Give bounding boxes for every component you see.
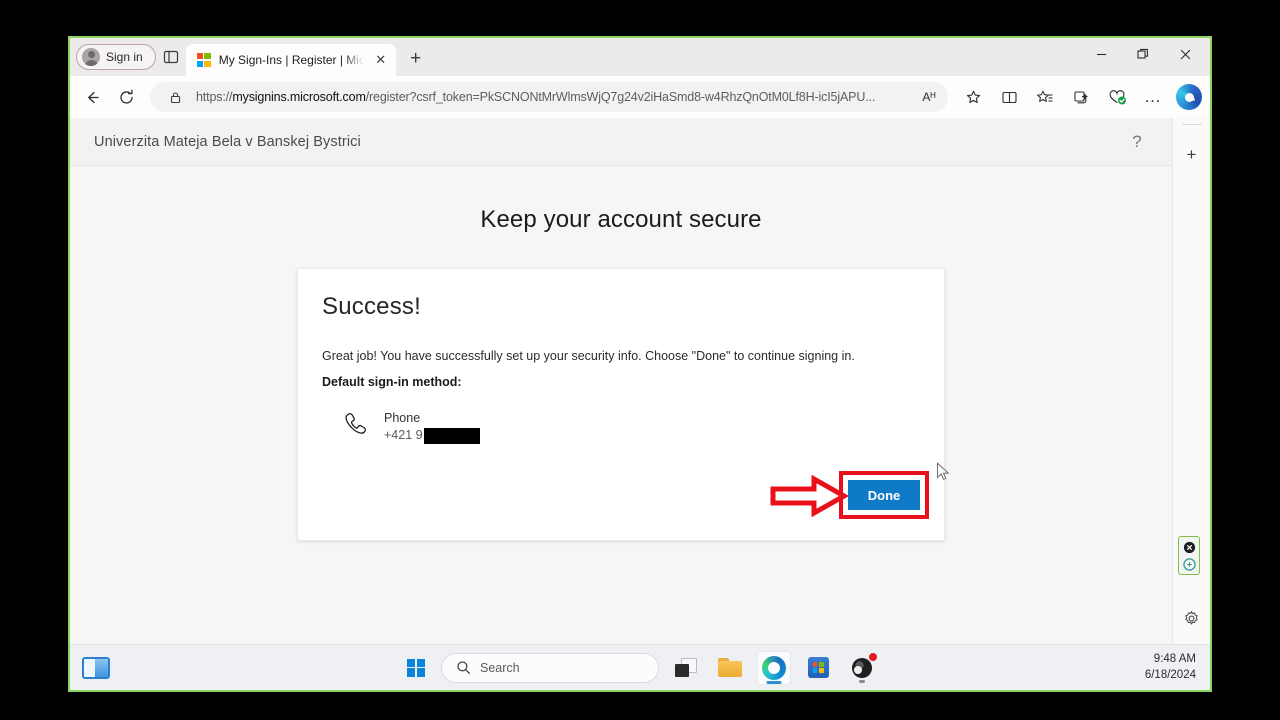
- url-scheme: https://: [196, 90, 233, 104]
- default-method-label: Default sign-in method:: [322, 375, 462, 389]
- new-tab-button[interactable]: +: [402, 45, 430, 73]
- sign-in-button[interactable]: Sign in: [76, 44, 156, 70]
- done-button-wrapper: Done: [770, 471, 929, 519]
- read-aloud-icon[interactable]: Aᴴ: [916, 84, 942, 110]
- windows-taskbar: Search 9:48 AM 6/18/2024: [70, 644, 1210, 690]
- microsoft-edge-button[interactable]: [757, 650, 791, 685]
- done-button[interactable]: Done: [848, 480, 920, 510]
- sidebar-settings-button[interactable]: [1178, 604, 1206, 632]
- split-screen-button[interactable]: [992, 81, 1026, 113]
- tab-title: My Sign-Ins | Register | Microsoft: [218, 53, 364, 67]
- page-title: Keep your account secure: [480, 206, 762, 233]
- phone-icon: [341, 409, 371, 444]
- restore-button[interactable]: [1122, 38, 1164, 70]
- favorites-icon: [1037, 90, 1053, 102]
- widgets-icon[interactable]: [82, 656, 110, 679]
- more-options-button[interactable]: …: [1136, 81, 1170, 113]
- add-favorite-button[interactable]: [956, 81, 990, 113]
- favorites-button[interactable]: [1028, 81, 1062, 113]
- tab-actions-icon[interactable]: [156, 42, 186, 72]
- taskbar-search[interactable]: Search: [441, 652, 659, 683]
- back-arrow-icon: [87, 91, 99, 103]
- close-icon[interactable]: [1181, 539, 1197, 555]
- close-icon: [1180, 49, 1190, 59]
- copilot-icon[interactable]: [1176, 84, 1202, 110]
- collections-button[interactable]: [1064, 81, 1098, 113]
- organization-header: Univerzita Mateja Bela v Banskej Bystric…: [70, 118, 1172, 166]
- method-number: +421 9: [384, 427, 480, 444]
- default-method-row: Phone +421 9: [322, 409, 920, 444]
- browser-essentials-button[interactable]: [1100, 81, 1134, 113]
- minimize-icon: [1096, 53, 1106, 55]
- refresh-button[interactable]: [110, 81, 142, 113]
- star-icon: [966, 90, 980, 103]
- recorder-app-icon[interactable]: [1181, 556, 1197, 572]
- method-number-prefix: +421 9: [384, 428, 423, 443]
- restore-icon: [1137, 48, 1148, 59]
- taskbar-center: Search: [401, 650, 879, 685]
- back-button[interactable]: [76, 81, 108, 113]
- web-page: Univerzita Mateja Bela v Banskej Bystric…: [70, 118, 1172, 644]
- task-view-button[interactable]: [669, 651, 703, 685]
- browser-tab[interactable]: My Sign-Ins | Register | Microsoft ✕: [185, 44, 396, 76]
- method-name: Phone: [384, 411, 421, 426]
- method-text: Phone +421 9: [384, 409, 480, 444]
- collections-icon: [1073, 90, 1087, 103]
- page-body: Keep your account secure Success! Great …: [70, 166, 1172, 644]
- close-icon[interactable]: ✕: [372, 51, 390, 69]
- microsoft-edge-icon: [762, 655, 786, 680]
- browser-toolbar: https://mysignins.microsoft.com/register…: [70, 76, 1210, 118]
- lock-icon[interactable]: [162, 84, 188, 110]
- notification-badge: [868, 651, 878, 662]
- sidebar-divider: [1181, 124, 1202, 125]
- address-bar[interactable]: https://mysignins.microsoft.com/register…: [150, 82, 948, 112]
- organization-name: Univerzita Mateja Bela v Banskej Bystric…: [94, 133, 361, 150]
- taskbar-clock[interactable]: 9:48 AM 6/18/2024: [1145, 652, 1196, 683]
- obs-studio-button[interactable]: [845, 651, 879, 685]
- microsoft-store-button[interactable]: [801, 651, 835, 685]
- browser-sidebar: +: [1172, 118, 1210, 644]
- search-placeholder: Search: [480, 660, 520, 675]
- file-explorer-icon: [718, 658, 742, 677]
- search-icon: [457, 661, 471, 675]
- url-path: /register?csrf_token=PkSCNONtMrWlmsWjQ7g…: [365, 90, 876, 104]
- browser-essentials-icon: [1109, 89, 1126, 104]
- sidebar-add-button[interactable]: +: [1178, 141, 1206, 169]
- success-card: Success! Great job! You have successfull…: [297, 268, 945, 541]
- redaction-box: [423, 427, 480, 444]
- taskbar-left: [82, 656, 110, 679]
- card-description: Great job! You have successfully set up …: [322, 349, 855, 363]
- window-controls: [1080, 38, 1206, 76]
- recorder-widget[interactable]: [1178, 536, 1200, 575]
- content-area: Univerzita Mateja Bela v Banskej Bystric…: [70, 118, 1210, 644]
- microsoft-logo-icon: [196, 53, 211, 67]
- microsoft-store-icon: [807, 657, 829, 678]
- minimize-button[interactable]: [1080, 38, 1122, 70]
- red-arrow-icon: [770, 475, 848, 517]
- gear-icon: [1185, 610, 1198, 625]
- clock-time: 9:48 AM: [1153, 653, 1196, 666]
- url-text[interactable]: https://mysignins.microsoft.com/register…: [196, 90, 908, 104]
- url-host: mysignins.microsoft.com: [232, 90, 366, 104]
- file-explorer-button[interactable]: [713, 651, 747, 685]
- split-screen-icon: [1001, 91, 1017, 103]
- close-window-button[interactable]: [1164, 38, 1206, 70]
- tab-actions-glyph: [163, 50, 178, 64]
- start-button[interactable]: [401, 653, 431, 683]
- card-heading: Success!: [322, 293, 421, 320]
- refresh-icon: [119, 89, 133, 104]
- avatar: [82, 48, 100, 66]
- card-actions: Done: [322, 471, 929, 519]
- windows-logo-icon: [407, 658, 425, 677]
- task-view-icon: [675, 658, 697, 677]
- tab-strip: Sign in My Sign-Ins | Register | Microso…: [70, 38, 1210, 76]
- clock-date: 6/18/2024: [1144, 668, 1196, 681]
- sign-in-label: Sign in: [106, 50, 143, 64]
- edge-browser-window: Sign in My Sign-Ins | Register | Microso…: [70, 38, 1210, 690]
- screen-capture-frame: Sign in My Sign-Ins | Register | Microso…: [68, 36, 1212, 692]
- help-icon[interactable]: ?: [1124, 129, 1150, 155]
